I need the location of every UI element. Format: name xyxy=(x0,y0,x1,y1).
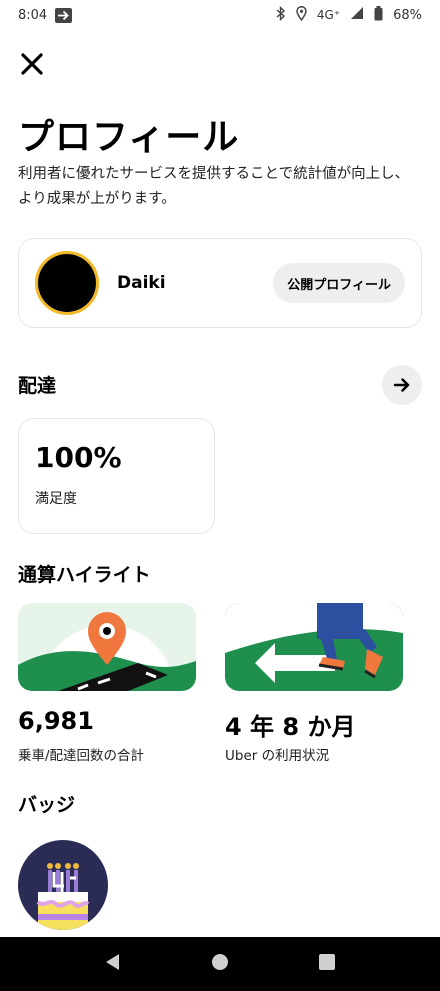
close-button[interactable] xyxy=(16,48,48,80)
satisfaction-card: 100% 満足度 xyxy=(18,418,215,534)
navigation-arrow-icon xyxy=(55,7,73,23)
recents-icon[interactable] xyxy=(318,953,336,975)
location-icon xyxy=(296,5,307,25)
system-nav-bar xyxy=(0,937,440,991)
page-description: 利用者に優れたサービスを提供することで統計値が向上し、より成果が上がります。 xyxy=(18,166,410,207)
avatar-image xyxy=(38,254,96,312)
profile-card: Daiki 公開プロフィール xyxy=(18,238,422,328)
satisfaction-label: 満足度 xyxy=(35,491,77,507)
total-trips-label: 乗車/配達回数の合計 xyxy=(18,748,145,764)
public-profile-button[interactable]: 公開プロフィール xyxy=(273,263,405,303)
battery-icon xyxy=(374,5,383,25)
avatar xyxy=(35,251,99,315)
battery-percent: 68% xyxy=(393,7,422,23)
delivery-arrow-button[interactable] xyxy=(382,365,422,405)
profile-name: Daiki xyxy=(117,273,166,293)
close-icon xyxy=(21,53,43,75)
back-icon[interactable] xyxy=(104,953,122,975)
network-type: 4G⁺ xyxy=(316,8,341,22)
usage-duration-value: 4 年 8 か月 xyxy=(225,713,356,741)
total-trips-value: 6,981 xyxy=(18,707,94,735)
usage-illustration xyxy=(225,603,403,691)
bluetooth-icon xyxy=(276,5,286,25)
signal-icon xyxy=(350,6,364,24)
highlights-section-title: 通算ハイライト xyxy=(18,564,151,586)
usage-duration-label: Uber の利用状況 xyxy=(225,748,330,764)
trips-illustration xyxy=(18,603,196,691)
satisfaction-value: 100% xyxy=(35,441,122,474)
delivery-section-title: 配達 xyxy=(18,375,57,397)
status-time: 8:04 xyxy=(18,7,48,23)
page-title: プロフィール xyxy=(18,117,240,158)
home-icon[interactable] xyxy=(211,953,229,975)
badges-section-title: バッジ xyxy=(18,794,76,816)
anniversary-badge[interactable] xyxy=(18,840,108,930)
status-bar: 8:04 4G⁺ 68% xyxy=(0,0,440,30)
arrow-right-icon xyxy=(393,378,410,392)
